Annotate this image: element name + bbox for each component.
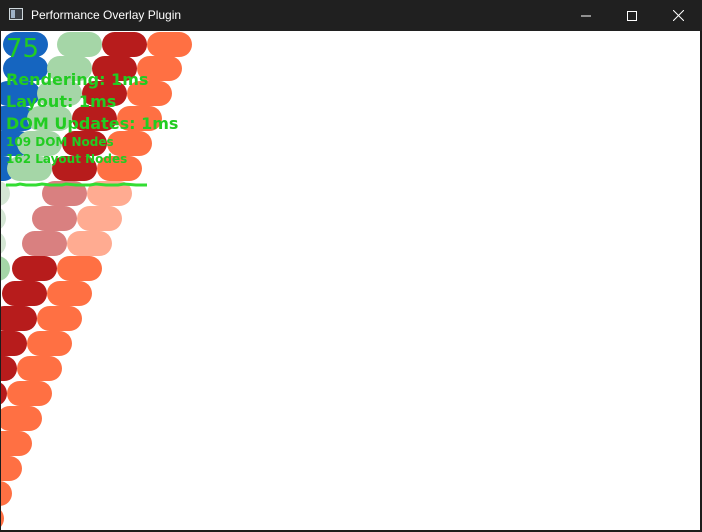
pill-shape (32, 206, 77, 231)
pill-shape (1, 306, 37, 331)
pill-shape (1, 256, 10, 281)
close-button[interactable] (655, 0, 701, 31)
layout-time: Layout: 1ms (6, 92, 117, 111)
pill-shape (22, 231, 67, 256)
fps-graph (6, 182, 147, 187)
maximize-icon (627, 10, 637, 21)
dom-nodes-count: 109 DOM Nodes (6, 135, 114, 149)
pill-shape (2, 281, 47, 306)
pill-shape (1, 506, 4, 530)
pill-shape (1, 231, 6, 256)
pill-shape (57, 256, 102, 281)
pill-shape (77, 206, 122, 231)
minimize-icon (581, 15, 591, 16)
fps-counter: 75 (6, 34, 40, 64)
close-icon (672, 10, 684, 21)
pill-shape (1, 206, 6, 231)
pill-shape (12, 256, 57, 281)
rendering-time: Rendering: 1ms (6, 70, 149, 89)
pill-shape (57, 32, 102, 57)
app-window-icon (9, 8, 23, 20)
pill-shape (67, 231, 112, 256)
pill-shape (1, 331, 27, 356)
layout-nodes-count: 162 Layout Nodes (6, 152, 128, 166)
pill-shape (47, 281, 92, 306)
window-title: Performance Overlay Plugin (31, 8, 182, 22)
pill-shape (1, 431, 32, 456)
pill-shape (1, 356, 17, 381)
pill-shape (102, 32, 147, 57)
pill-shape (7, 381, 52, 406)
dom-updates-time: DOM Updates: 1ms (6, 114, 179, 133)
pill-shape (1, 406, 42, 431)
pill-shape (17, 356, 62, 381)
title-bar[interactable]: Performance Overlay Plugin (0, 0, 702, 31)
minimize-button[interactable] (563, 0, 609, 31)
maximize-button[interactable] (609, 0, 655, 31)
pill-shape (147, 32, 192, 57)
pill-shape (27, 331, 72, 356)
pill-shape (1, 481, 12, 506)
app-canvas[interactable]: 75 Rendering: 1ms Layout: 1ms DOM Update… (1, 31, 700, 530)
pill-shape (1, 456, 22, 481)
pill-shape (37, 306, 82, 331)
